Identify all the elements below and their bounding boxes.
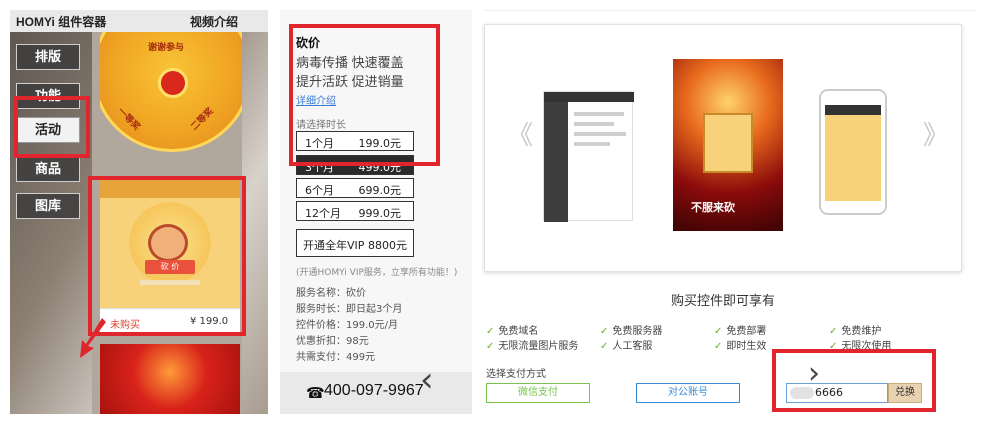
duration-price: 999.0元 <box>358 207 402 220</box>
feature-item: ✓ 免费服务器 <box>600 326 663 337</box>
check-icon: ✓ <box>486 326 495 337</box>
duration-price: 699.0元 <box>358 184 402 197</box>
chevron-left-icon: ‹ <box>420 360 434 400</box>
duration-label: 6个月 <box>305 184 334 197</box>
feature-item: ✓ 免费域名 <box>486 326 539 337</box>
highlight-card <box>88 176 246 336</box>
carousel-prev-icon[interactable]: 《 <box>507 115 533 152</box>
check-icon: ✓ <box>714 341 723 352</box>
app-header: HOMYi 组件容器 视频介绍 <box>10 10 268 32</box>
vip-price: 8800元 <box>368 239 407 252</box>
red-envelope-component[interactable] <box>100 344 240 414</box>
feature-item: ✓ 免费部署 <box>714 326 767 337</box>
wechat-pay-button[interactable]: 微信支付 <box>486 383 590 403</box>
wheel-text: 谢谢参与 <box>148 42 185 52</box>
info-line: 控件价格：199.0元/月 <box>296 320 398 331</box>
info-line: 服务时长：即日起3个月 <box>296 304 403 315</box>
feature-item: ✓ 即时生效 <box>714 341 767 352</box>
info-line: 优惠折扣：98元 <box>296 336 369 347</box>
lottery-wheel[interactable]: 谢谢参与 一等奖 二等奖 <box>100 32 242 167</box>
check-icon: ✓ <box>714 326 723 337</box>
phone-screenshot <box>819 89 887 215</box>
check-icon: ✓ <box>829 326 838 337</box>
vip-option[interactable]: 开通全年VIP 8800元 <box>296 229 414 257</box>
wheel-pointer <box>158 68 188 98</box>
highlight-title <box>289 24 440 166</box>
preview-carousel: 《 》 不服来砍 <box>484 24 962 272</box>
vip-note: (开通HOMYi VIP服务，立享所有功能！) <box>296 268 458 278</box>
highlight-redeem <box>772 349 936 412</box>
check-icon: ✓ <box>486 341 495 352</box>
highlight-activity <box>14 96 90 158</box>
corporate-account-button[interactable]: 对公账号 <box>636 383 740 403</box>
stage-text: 不服来砍 <box>691 201 735 214</box>
check-icon: ✓ <box>600 341 609 352</box>
duration-option[interactable]: 6个月 699.0元 <box>296 178 414 198</box>
phone-icon: ☎ <box>306 384 325 402</box>
stage-screenshot: 不服来砍 <box>673 59 783 231</box>
check-icon: ✓ <box>600 326 609 337</box>
info-line: 共需支付：499元 <box>296 352 376 363</box>
nav-product[interactable]: 商品 <box>16 156 80 182</box>
video-intro-link[interactable]: 视频介绍 <box>190 13 238 30</box>
desktop-screenshot <box>543 91 634 222</box>
nav-gallery[interactable]: 图库 <box>16 193 80 219</box>
duration-option[interactable]: 12个月 999.0元 <box>296 201 414 221</box>
hotline-number: 400-097-9967 <box>324 382 424 399</box>
arrow-icon <box>80 318 106 358</box>
top-border <box>484 10 975 11</box>
benefits-title: 购买控件即可享有 <box>670 293 775 308</box>
feature-item: ✓ 人工客服 <box>600 341 653 352</box>
nav-layout[interactable]: 排版 <box>16 44 80 70</box>
feature-item: ✓ 无限流量图片服务 <box>486 341 579 352</box>
hotline-bar: ☎ 400-097-9967 <box>280 372 472 414</box>
vip-label: 开通全年VIP <box>303 239 365 252</box>
info-line: 服务名称：砍价 <box>296 288 366 299</box>
app-name: HOMYi 组件容器 <box>16 15 107 29</box>
duration-label: 12个月 <box>305 207 341 220</box>
feature-item: ✓ 免费维护 <box>829 326 882 337</box>
carousel-next-icon[interactable]: 》 <box>923 115 949 152</box>
payment-label: 选择支付方式 <box>486 369 546 380</box>
